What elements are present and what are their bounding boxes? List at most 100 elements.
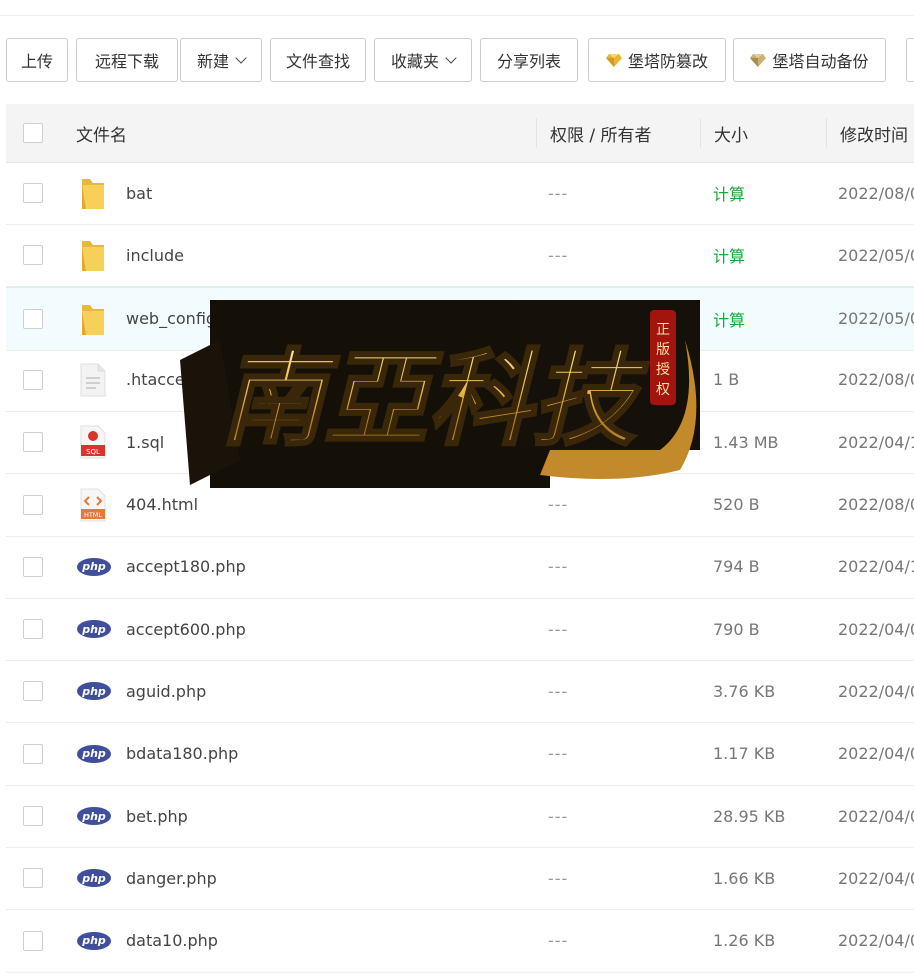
select-all-checkbox[interactable] <box>23 123 43 143</box>
row-checkbox-cell <box>23 847 43 909</box>
row-checkbox[interactable] <box>23 619 43 640</box>
folder-icon <box>80 224 106 286</box>
file-size: 520 B <box>713 495 760 514</box>
table-row[interactable]: include --- 计算 2022/05/0 <box>6 224 914 288</box>
header-name[interactable]: 文件名 <box>76 104 127 162</box>
html-file-icon: HTML <box>80 474 106 536</box>
row-checkbox-cell <box>23 910 43 972</box>
file-name-link[interactable]: data10.php <box>126 910 218 972</box>
watermark-logo: 南亞科技 正 版 授 权 <box>180 300 700 488</box>
permission-owner[interactable]: --- <box>548 162 568 224</box>
favorites-dropdown-button[interactable]: 收藏夹 <box>374 38 472 82</box>
table-row[interactable]: php data10.php --- 1.26 KB 2022/04/0 <box>6 910 914 973</box>
column-divider[interactable] <box>826 118 827 148</box>
file-search-button[interactable]: 文件查找 <box>270 38 366 82</box>
modified-time: 2022/05/0 <box>838 309 914 329</box>
file-name-link[interactable]: bdata180.php <box>126 723 238 785</box>
table-header: 文件名 权限 / 所有者 大小 修改时间 <box>6 104 914 163</box>
php-file-icon: php <box>77 598 111 660</box>
file-name-link[interactable]: include <box>126 224 184 286</box>
new-dropdown-button[interactable]: 新建 <box>180 38 262 82</box>
folder-icon <box>80 288 106 350</box>
upload-button[interactable]: 上传 <box>6 38 68 82</box>
row-checkbox[interactable] <box>23 245 43 266</box>
header-size[interactable]: 大小 <box>714 104 748 162</box>
header-permission[interactable]: 权限 / 所有者 <box>550 104 652 162</box>
file-name-link[interactable]: accept180.php <box>126 536 246 598</box>
permission-owner[interactable]: --- <box>548 224 568 286</box>
file-size: 1.43 MB <box>713 432 779 452</box>
file-size: 794 B <box>713 557 760 577</box>
auto-backup-button[interactable]: 堡塔自动备份 <box>733 38 886 82</box>
table-row[interactable]: php aguid.php --- 3.76 KB 2022/04/0 <box>6 660 914 724</box>
row-checkbox-cell <box>23 660 43 722</box>
table-row[interactable]: bat --- 计算 2022/08/0 <box>6 162 914 225</box>
calculate-size-link[interactable]: 计算 <box>713 224 745 286</box>
tamper-protection-button[interactable]: 堡塔防篡改 <box>588 38 726 82</box>
row-checkbox-cell <box>23 411 43 473</box>
column-divider[interactable] <box>536 118 537 148</box>
row-checkbox[interactable] <box>23 494 43 515</box>
permission-owner[interactable]: --- <box>548 660 568 722</box>
header-modified-time[interactable]: 修改时间 <box>840 104 908 162</box>
more-button[interactable] <box>906 38 914 82</box>
diamond-icon <box>750 53 767 67</box>
calculate-size-link[interactable]: 计算 <box>713 288 745 350</box>
row-checkbox-cell <box>23 785 43 847</box>
file-name-link[interactable]: aguid.php <box>126 660 206 722</box>
seal-char: 版 <box>656 342 670 358</box>
php-file-icon: php <box>77 910 111 972</box>
row-checkbox-cell <box>23 723 43 785</box>
row-checkbox[interactable] <box>23 183 43 203</box>
calculate-size-link[interactable]: 计算 <box>713 162 745 224</box>
table-row[interactable]: php danger.php --- 1.66 KB 2022/04/0 <box>6 847 914 911</box>
chevron-down-icon <box>445 51 457 64</box>
modified-time: 2022/04/0 <box>838 931 914 951</box>
row-checkbox[interactable] <box>23 930 43 951</box>
row-checkbox-cell <box>23 349 43 411</box>
php-file-icon: php <box>77 847 111 909</box>
row-checkbox-cell <box>23 474 43 536</box>
row-checkbox-cell <box>23 598 43 660</box>
table-row[interactable]: php bet.php --- 28.95 KB 2022/04/0 <box>6 785 914 848</box>
file-size: 1 B <box>713 370 740 390</box>
permission-owner[interactable]: --- <box>548 536 568 598</box>
row-checkbox[interactable] <box>23 432 43 453</box>
auto-backup-label: 堡塔自动备份 <box>772 52 869 71</box>
share-list-label: 分享列表 <box>496 52 561 71</box>
modified-time: 2022/04/0 <box>838 681 914 701</box>
file-name-link[interactable]: bet.php <box>126 785 188 847</box>
file-name-link[interactable]: danger.php <box>126 847 217 909</box>
modified-time: 2022/04/0 <box>838 806 914 826</box>
php-file-icon: php <box>77 723 111 785</box>
file-name-link[interactable]: bat <box>126 162 152 224</box>
chevron-down-icon <box>235 51 247 64</box>
seal-char: 正 <box>656 322 670 338</box>
file-name-link[interactable]: accept600.php <box>126 598 246 660</box>
file-search-label: 文件查找 <box>285 52 350 71</box>
permission-owner[interactable]: --- <box>548 598 568 660</box>
row-checkbox[interactable] <box>23 369 43 390</box>
row-checkbox[interactable] <box>23 868 43 889</box>
permission-owner[interactable]: --- <box>548 785 568 847</box>
row-checkbox[interactable] <box>23 743 43 764</box>
file-size: 1.17 KB <box>713 744 776 764</box>
file-name-link[interactable]: 1.sql <box>126 411 164 473</box>
modified-time: 2022/05/0 <box>838 245 914 265</box>
table-row[interactable]: php accept600.php --- 790 B 2022/04/0 <box>6 598 914 662</box>
remote-download-label: 远程下载 <box>94 52 159 71</box>
table-row[interactable]: php bdata180.php --- 1.17 KB 2022/04/0 <box>6 723 914 786</box>
permission-owner[interactable]: --- <box>548 847 568 909</box>
column-divider[interactable] <box>700 118 701 148</box>
permission-owner[interactable]: --- <box>548 910 568 972</box>
row-checkbox[interactable] <box>23 556 43 577</box>
permission-owner[interactable]: --- <box>548 723 568 785</box>
table-row[interactable]: php accept180.php --- 794 B 2022/04/1 <box>6 536 914 599</box>
row-checkbox[interactable] <box>23 681 43 702</box>
row-checkbox-cell <box>23 162 43 224</box>
row-checkbox[interactable] <box>23 308 43 329</box>
seal-char: 授 <box>656 362 670 378</box>
remote-download-button[interactable]: 远程下载 <box>76 38 178 82</box>
share-list-button[interactable]: 分享列表 <box>480 38 578 82</box>
row-checkbox[interactable] <box>23 806 43 826</box>
